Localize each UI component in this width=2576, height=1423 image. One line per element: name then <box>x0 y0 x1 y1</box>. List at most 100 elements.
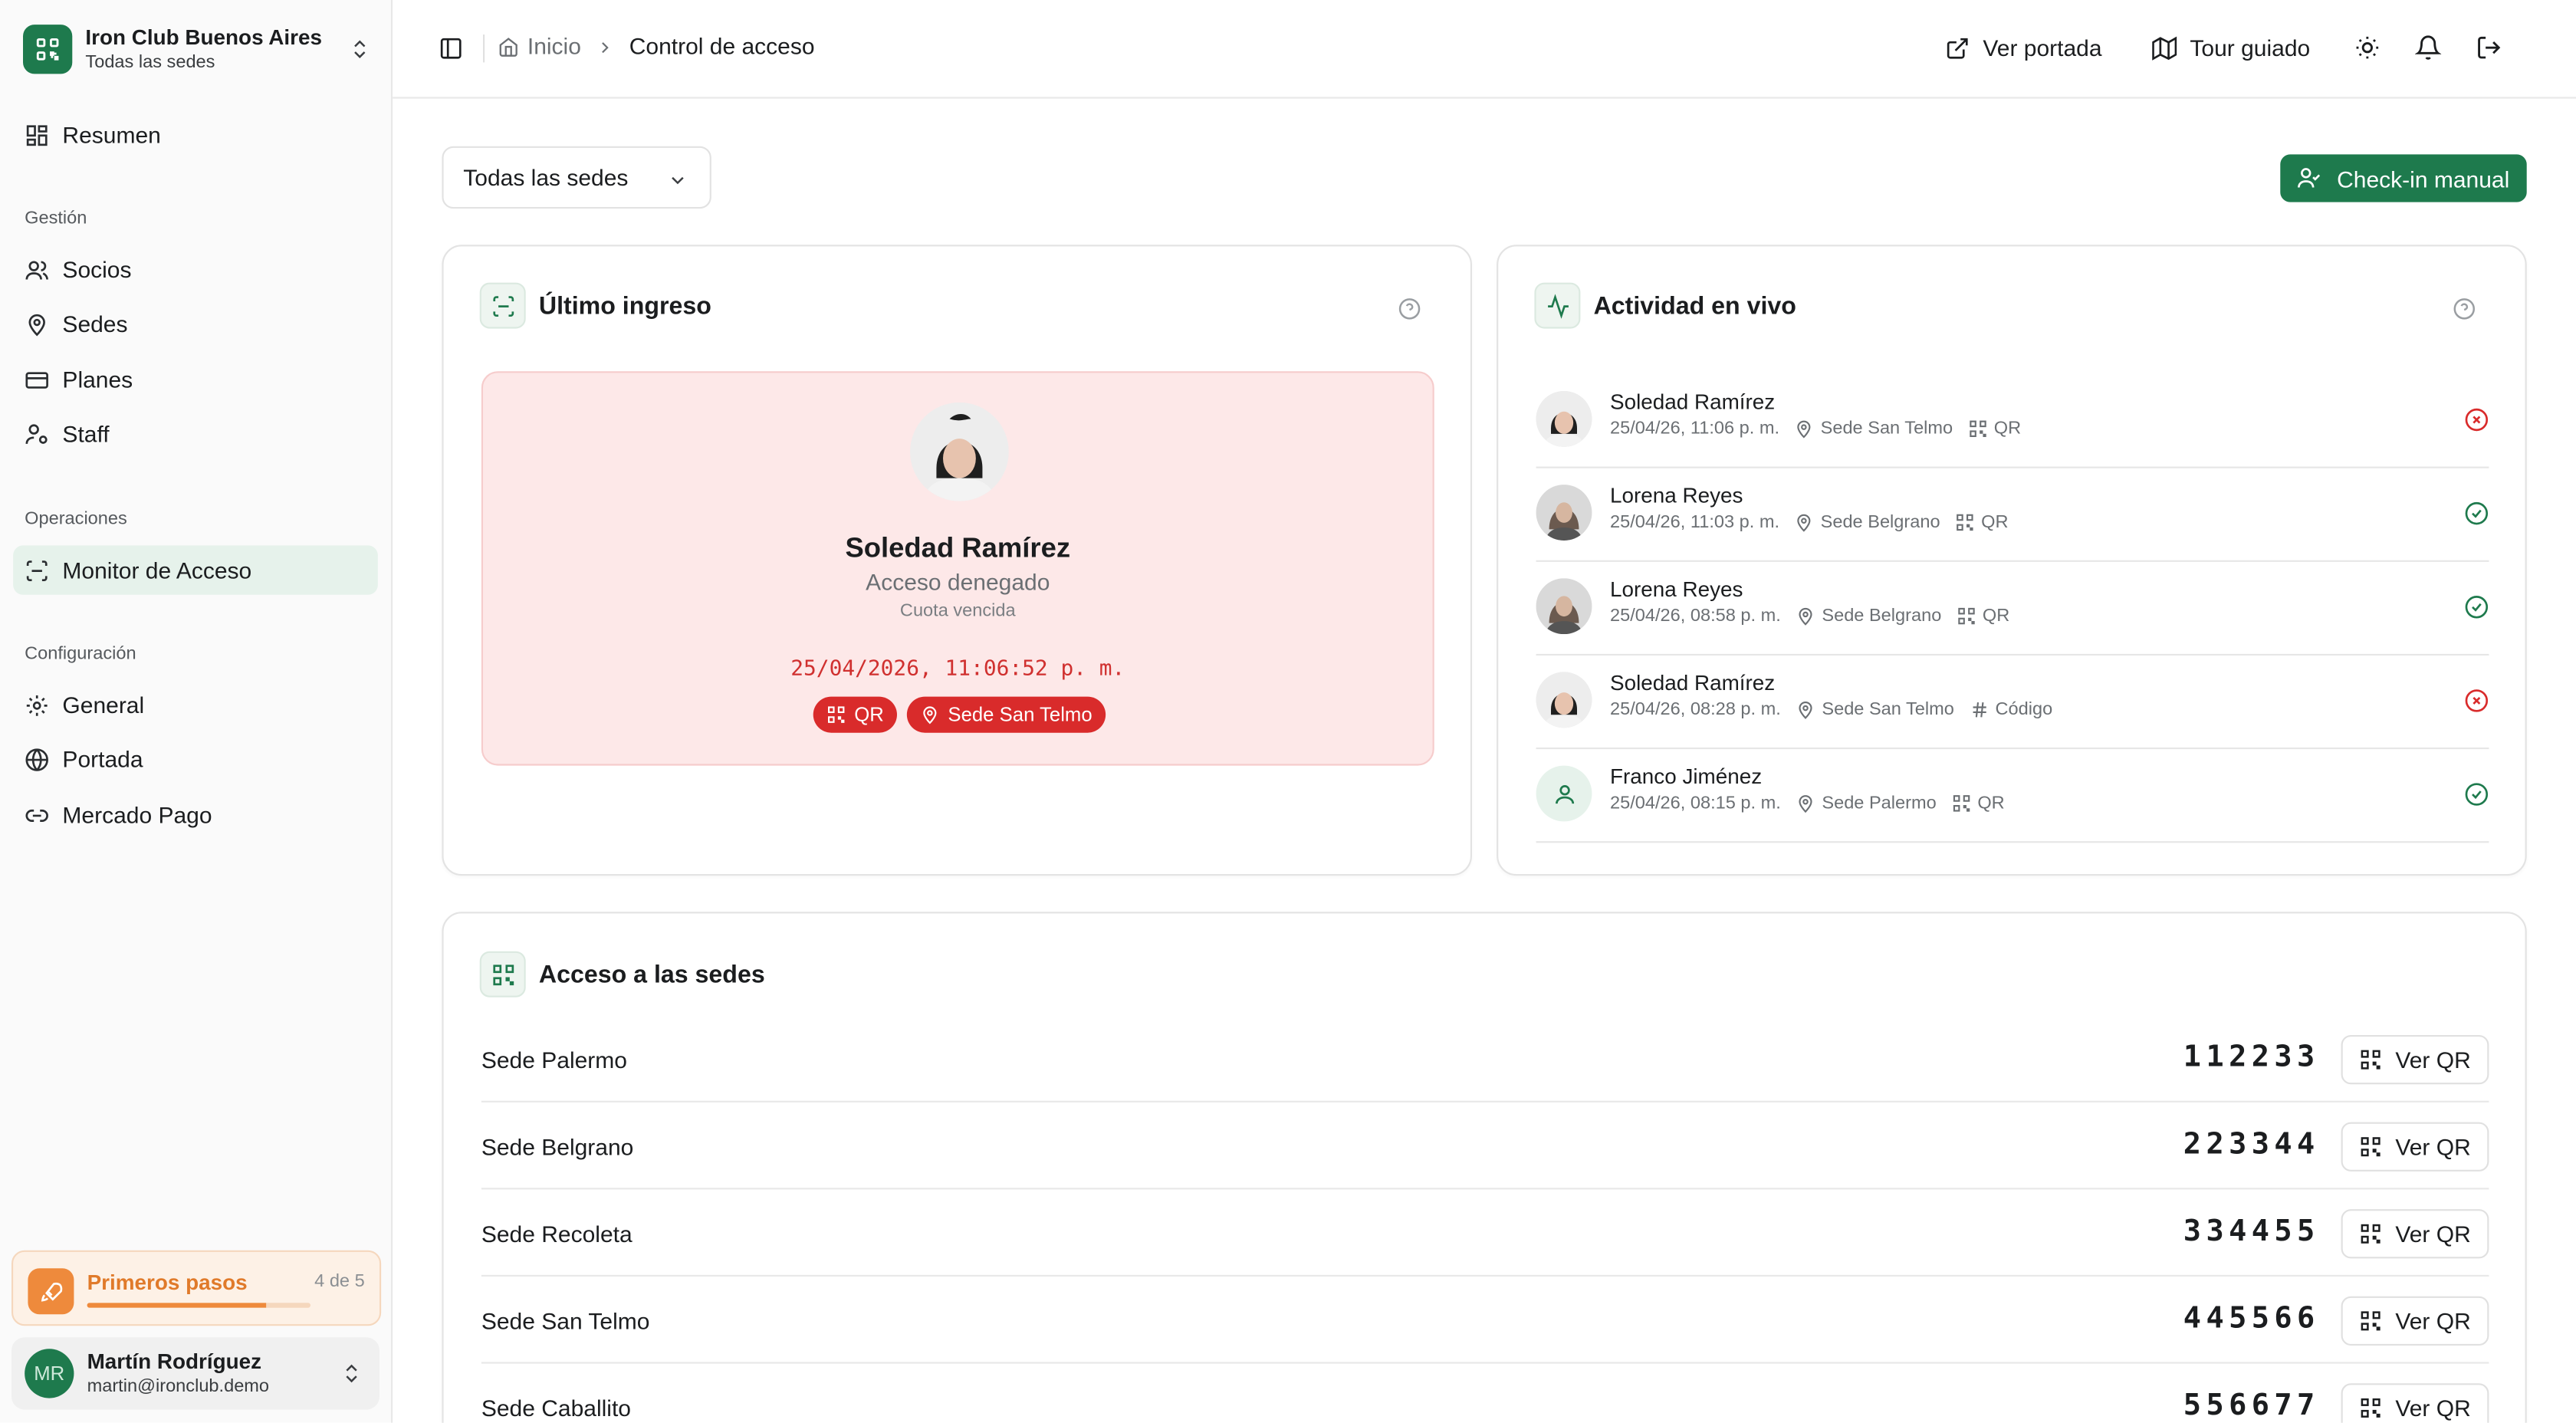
bell-icon[interactable] <box>2415 35 2442 61</box>
method-label: QR <box>854 703 884 727</box>
guided-tour-button[interactable]: Tour guiado <box>2152 31 2310 64</box>
sidebar-item-label: Mercado Pago <box>62 801 212 828</box>
onboarding-card[interactable]: Primeros pasos 4 de 5 <box>12 1250 382 1326</box>
org-switcher[interactable]: Iron Club Buenos Aires Todas las sedes <box>23 23 371 76</box>
view-qr-button[interactable]: Ver QR <box>2341 1383 2489 1423</box>
site-name: Sede Belgrano <box>481 1133 634 1160</box>
view-qr-button[interactable]: Ver QR <box>2341 1035 2489 1085</box>
qr-code-icon <box>827 706 845 723</box>
sidebar-item-resumen[interactable]: Resumen <box>13 110 378 159</box>
credit-card-icon <box>25 371 48 388</box>
site-access-code: 334455 <box>2183 1214 2320 1249</box>
map-pin-icon <box>1799 795 1812 813</box>
map-icon <box>2152 35 2177 60</box>
activity-row[interactable]: Franco Jiménez 25/04/26, 08:15 p. m. Sede … <box>1536 749 2489 843</box>
site-name: Sede San Telmo <box>481 1307 650 1334</box>
view-qr-button[interactable]: Ver QR <box>2341 1122 2489 1172</box>
live-activity-title: Actividad en vivo <box>1593 291 1796 320</box>
site-filter-value: Todas las sedes <box>463 164 629 191</box>
site-access-title: Acceso a las sedes <box>538 960 765 988</box>
sidebar-item-staff[interactable]: Staff <box>13 409 378 458</box>
activity-row[interactable]: Lorena Reyes 25/04/26, 08:58 p. m. Sede Be… <box>1536 562 2489 656</box>
user-menu[interactable]: MR Martín Rodríguez martin@ironclub.demo <box>12 1337 380 1410</box>
qr-code-icon <box>1957 514 1973 531</box>
manual-checkin-label: Check-in manual <box>2337 165 2510 192</box>
logout-icon[interactable] <box>2476 35 2502 61</box>
avatar <box>1536 578 1592 635</box>
breadcrumb-home[interactable]: Inicio <box>498 33 581 59</box>
qr-code-icon <box>1957 607 1975 625</box>
sidebar-item-socios[interactable]: Socios <box>13 245 378 294</box>
sidebar-item-general[interactable]: General <box>13 680 378 729</box>
site-label: Sede San Telmo <box>948 703 1092 727</box>
globe-icon <box>25 748 48 771</box>
method-badge: QR <box>813 696 897 733</box>
section-configuracion: Configuración <box>25 644 136 664</box>
sidebar-item-planes[interactable]: Planes <box>13 355 378 404</box>
divider <box>483 35 485 63</box>
live-activity-card: Actividad en vivo Soledad Ramírez 25/04/2… <box>1497 245 2527 876</box>
activity-meta: 25/04/26, 08:28 p. m. Sede San Telmo Códig… <box>1610 700 2052 720</box>
sidebar-item-label: Monitor de Acceso <box>62 557 252 583</box>
activity-time: 25/04/26, 11:06 p. m. <box>1610 419 1780 439</box>
activity-row[interactable]: Soledad Ramírez 25/04/26, 08:28 p. m. Sede… <box>1536 656 2489 750</box>
site-name: Sede Caballito <box>481 1395 631 1421</box>
gear-icon <box>26 694 48 715</box>
app-root: Iron Club Buenos Aires Todas las sedes R… <box>0 0 2576 1423</box>
check-circle-icon <box>2465 596 2489 619</box>
chevron-down-icon <box>672 176 684 185</box>
site-access-code: 223344 <box>2183 1127 2320 1162</box>
view-qr-label: Ver QR <box>2395 1133 2471 1160</box>
section-operaciones: Operaciones <box>25 509 127 529</box>
activity-meta: 25/04/26, 08:15 p. m. Sede Palermo QR <box>1610 794 2005 813</box>
activity-row[interactable]: Soledad Ramírez 25/04/26, 11:06 p. m. Sede… <box>1536 375 2489 468</box>
user-email: martin@ironclub.demo <box>87 1376 270 1397</box>
site-access-code: 112233 <box>2183 1040 2320 1075</box>
sidebar-item-label: Resumen <box>62 121 161 148</box>
home-icon <box>499 37 518 56</box>
scan-icon <box>26 560 48 580</box>
site-filter-select[interactable]: Todas las sedes <box>442 146 711 209</box>
activity-site: Sede Belgrano <box>1822 606 1942 626</box>
activity-site: Sede San Telmo <box>1820 419 1953 439</box>
map-pin-icon <box>1797 420 1811 439</box>
sidebar-item-portada[interactable]: Portada <box>13 735 378 784</box>
sidebar-toggle-icon[interactable] <box>439 36 463 61</box>
activity-meta: 25/04/26, 08:58 p. m. Sede Belgrano QR <box>1610 606 2009 626</box>
view-qr-label: Ver QR <box>2395 1047 2471 1073</box>
avatar <box>1536 390 1592 447</box>
check-circle-icon <box>2465 783 2489 806</box>
dashboard-icon <box>26 124 48 146</box>
view-qr-label: Ver QR <box>2395 1307 2471 1334</box>
manual-checkin-button[interactable]: Check-in manual <box>2280 154 2527 202</box>
activity-method: QR <box>1981 512 2009 533</box>
qr-code-icon <box>1953 795 1970 812</box>
sun-icon[interactable] <box>2354 35 2380 61</box>
qr-code-icon <box>2361 1050 2380 1070</box>
site-badge: Sede San Telmo <box>906 696 1106 733</box>
activity-site: Sede San Telmo <box>1822 699 1954 720</box>
view-portal-button[interactable]: Ver portada <box>1945 31 2102 64</box>
view-qr-button[interactable]: Ver QR <box>2341 1296 2489 1346</box>
org-subtitle: Todas las sedes <box>85 52 215 73</box>
activity-row[interactable]: Lorena Reyes 25/04/26, 11:03 p. m. Sede Be… <box>1536 468 2489 562</box>
site-row: Sede Belgrano 223344 Ver QR <box>481 1103 2489 1190</box>
sidebar-item-monitor[interactable]: Monitor de Acceso <box>13 545 378 595</box>
help-icon[interactable] <box>1398 297 1421 320</box>
chevron-right-icon <box>602 42 609 54</box>
rocket-icon <box>28 1268 74 1315</box>
help-icon[interactable] <box>2453 297 2476 320</box>
site-row: Sede San Telmo 445566 Ver QR <box>481 1277 2489 1364</box>
topbar: Inicio Control de acceso Ver portada Tou… <box>393 0 2576 99</box>
entry-timestamp: 25/04/2026, 11:06:52 p. m. <box>790 657 1125 682</box>
sidebar-item-mercado-pago[interactable]: Mercado Pago <box>13 790 378 840</box>
map-pin-icon <box>1799 607 1812 626</box>
avatar <box>1536 672 1592 728</box>
external-link-icon <box>1947 37 1968 58</box>
activity-member-name: Soledad Ramírez <box>1610 670 1776 695</box>
view-qr-button[interactable]: Ver QR <box>2341 1209 2489 1259</box>
sidebar-item-sedes[interactable]: Sedes <box>13 299 378 348</box>
sidebar: Iron Club Buenos Aires Todas las sedes R… <box>0 0 393 1423</box>
guided-tour-label: Tour guiado <box>2190 35 2311 61</box>
chevrons-up-down-icon <box>354 40 366 59</box>
